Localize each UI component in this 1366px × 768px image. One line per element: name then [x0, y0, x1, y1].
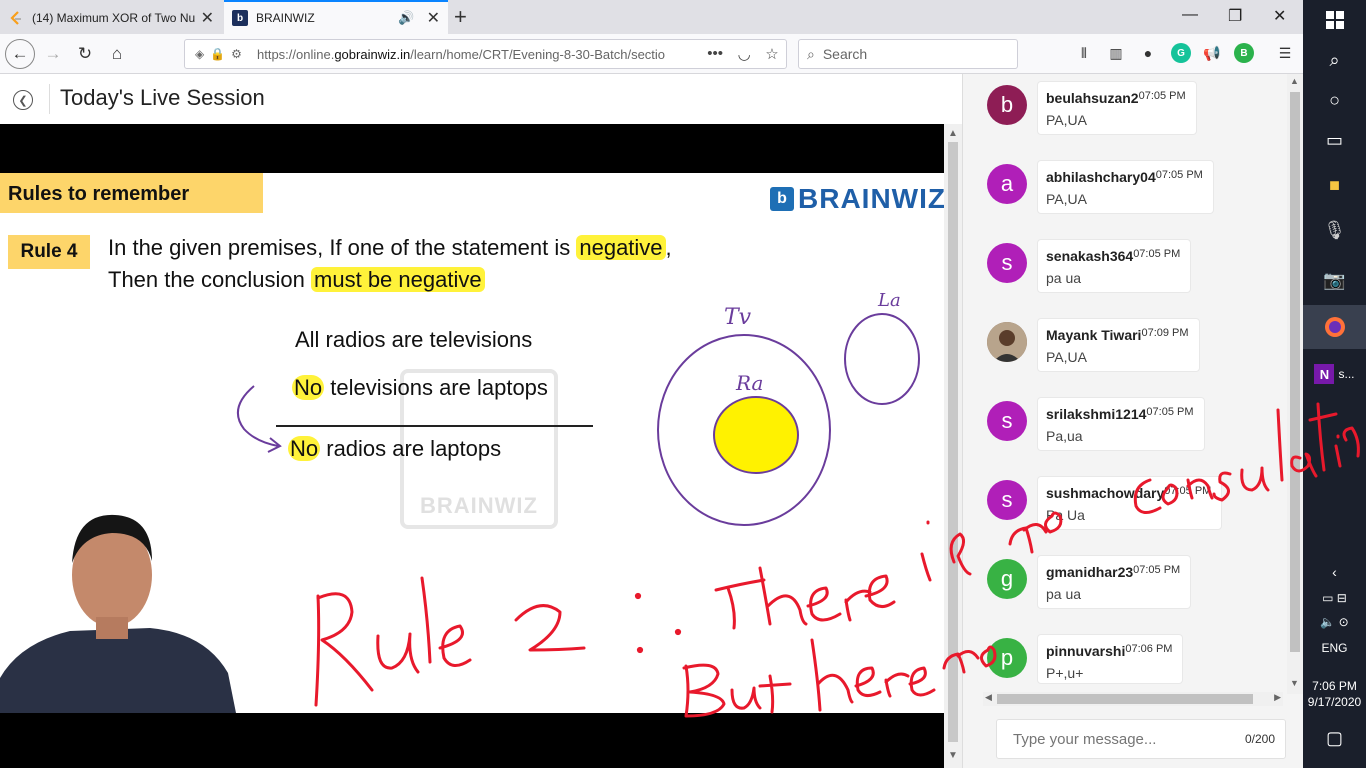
avatar: s [987, 243, 1027, 283]
chat-time: 07:05 PM [1155, 169, 1203, 181]
leetcode-icon [8, 10, 24, 26]
chat-text: PA,UA [1046, 349, 1087, 365]
reload-button[interactable]: ↻ [70, 39, 100, 69]
back-arrow-icon[interactable]: ❮ [13, 90, 33, 110]
close-tab-icon[interactable]: ✕ [427, 8, 440, 28]
chat-time: 07:05 PM [1133, 564, 1181, 576]
label-la: La [877, 290, 901, 311]
home-button[interactable]: ⌂ [102, 39, 132, 69]
chat-username: Mayank Tiwari [1046, 327, 1142, 343]
tab-title: (14) Maximum XOR of Two Nu [32, 11, 195, 25]
clock[interactable]: 7:06 PM 9/17/2020 [1303, 678, 1366, 710]
new-tab-button[interactable]: + [454, 4, 467, 30]
megaphone-icon[interactable]: 📢 [1202, 43, 1222, 63]
firefox-icon[interactable] [1303, 305, 1366, 349]
main-scrollbar[interactable]: ▲ ▼ [944, 124, 962, 768]
chat-time: 07:06 PM [1125, 643, 1173, 655]
avatar: b [987, 85, 1027, 125]
chat-time: 07:05 PM [1133, 248, 1181, 260]
chat-text: pa ua [1046, 270, 1082, 286]
back-button[interactable]: ← [5, 39, 35, 69]
cortana-icon[interactable]: ○ [1303, 80, 1366, 120]
forward-button[interactable]: → [38, 39, 68, 69]
search-icon: ⌕ [807, 45, 815, 62]
language-indicator[interactable]: ENG [1303, 628, 1366, 668]
avatar: g [987, 559, 1027, 599]
task-view-icon[interactable]: ▭ [1303, 120, 1366, 160]
chat-text: pa ua [1046, 586, 1082, 602]
camera-icon[interactable]: 📷 [1303, 260, 1366, 300]
avatar: s [987, 401, 1027, 441]
chat-username: pinnuvarshi [1046, 643, 1126, 659]
chat-scrollbar[interactable]: ▲ ▼ [1287, 74, 1303, 694]
voice-recorder-icon[interactable]: 🎙 [1303, 210, 1366, 250]
restore-button[interactable]: ❐ [1228, 6, 1242, 26]
chat-horizontal-scrollbar[interactable]: ◀ ▶ [983, 692, 1283, 706]
chat-panel: b beulahsuzan207:05 PM PA,UA a abhilashc… [962, 74, 1303, 768]
chat-text: PA,UA [1046, 191, 1087, 207]
tab-brainwiz[interactable]: b BRAINWIZ 🔊 ✕ [224, 0, 448, 34]
close-window-button[interactable]: ✕ [1273, 6, 1286, 26]
chat-username: sushmachowdary [1046, 485, 1165, 501]
file-explorer-icon[interactable]: ■ [1303, 165, 1366, 205]
extension-b-icon[interactable]: B [1234, 43, 1254, 63]
chat-time: 07:05 PM [1146, 406, 1194, 418]
page-header: ❮ Today's Live Session [0, 74, 962, 124]
search-input[interactable]: ⌕ Search [798, 39, 1018, 69]
close-tab-icon[interactable]: ✕ [201, 8, 214, 28]
chat-input-box[interactable]: 0/200 [996, 719, 1286, 759]
brainwiz-icon: b [232, 10, 248, 26]
url-bar[interactable]: ◈🔒⚙ https://online.gobrainwiz.in/learn/h… [184, 39, 787, 69]
url-text[interactable]: https://online.gobrainwiz.in/learn/home/… [257, 47, 700, 62]
menu-icon[interactable]: ☰ [1275, 43, 1295, 63]
chat-text: Pa Ua [1046, 507, 1085, 523]
avatar: s [987, 480, 1027, 520]
tab-leetcode[interactable]: (14) Maximum XOR of Two Nu ✕ [0, 2, 222, 34]
account-icon[interactable]: ● [1138, 43, 1158, 63]
tab-title: BRAINWIZ [256, 11, 315, 25]
nav-bar: ← → ↻ ⌂ ◈🔒⚙ https://online.gobrainwiz.in… [0, 34, 1303, 74]
venn-diagram: Tv Ra La [236, 290, 920, 526]
chat-username: beulahsuzan2 [1046, 90, 1139, 106]
pocket-icon[interactable]: ◡ [738, 45, 751, 63]
onenote-icon[interactable]: N s... [1303, 354, 1366, 394]
grammarly-icon[interactable]: G [1171, 43, 1191, 63]
chat-time: 07:05 PM [1164, 485, 1212, 497]
avatar: p [987, 638, 1027, 678]
char-counter: 0/200 [1244, 732, 1275, 746]
chat-time: 07:05 PM [1138, 90, 1186, 102]
bookmark-star-icon[interactable]: ☆ [765, 45, 778, 63]
sidebar-icon[interactable]: ▥ [1106, 43, 1126, 63]
chat-text: P+,u+ [1046, 665, 1084, 681]
label-tv: Tv [724, 305, 752, 330]
chat-time: 07:09 PM [1141, 327, 1189, 339]
chat-username: senakash364 [1046, 248, 1134, 264]
chat-username: abhilashchary04 [1046, 169, 1156, 185]
speaker-icon[interactable]: 🔊 [398, 10, 414, 26]
tab-strip: (14) Maximum XOR of Two Nu ✕ b BRAINWIZ … [0, 0, 1303, 34]
chat-username: srilakshmi1214 [1046, 406, 1147, 422]
video-player[interactable]: Rules to remember b BRAINWIZ Rule 4 In t… [0, 124, 944, 768]
minimize-button[interactable]: — [1182, 6, 1198, 24]
chat-username: gmanidhar23 [1046, 564, 1134, 580]
notifications-icon[interactable]: ▢ [1303, 718, 1366, 758]
chat-text: PA,UA [1046, 112, 1087, 128]
page-title: Today's Live Session [60, 85, 265, 110]
library-icon[interactable]: ⫴ [1074, 43, 1094, 63]
windows-start-icon[interactable] [1303, 0, 1366, 40]
avatar: a [987, 164, 1027, 204]
page-actions-icon[interactable]: ••• [707, 45, 723, 63]
windows-taskbar: ⌕ ○ ▭ ■ 🎙 📷 N s... ‹ ▭ ⊟ 🔈 ⊙ ENG 7:06 PM… [1303, 0, 1366, 768]
chat-message-input[interactable] [997, 720, 1227, 758]
site-info-icon[interactable]: ◈🔒⚙ [185, 47, 257, 61]
search-icon[interactable]: ⌕ [1303, 40, 1366, 80]
label-ra: Ra [735, 371, 763, 395]
avatar-photo [987, 322, 1027, 362]
chat-text: Pa,ua [1046, 428, 1083, 444]
divider [49, 84, 50, 114]
